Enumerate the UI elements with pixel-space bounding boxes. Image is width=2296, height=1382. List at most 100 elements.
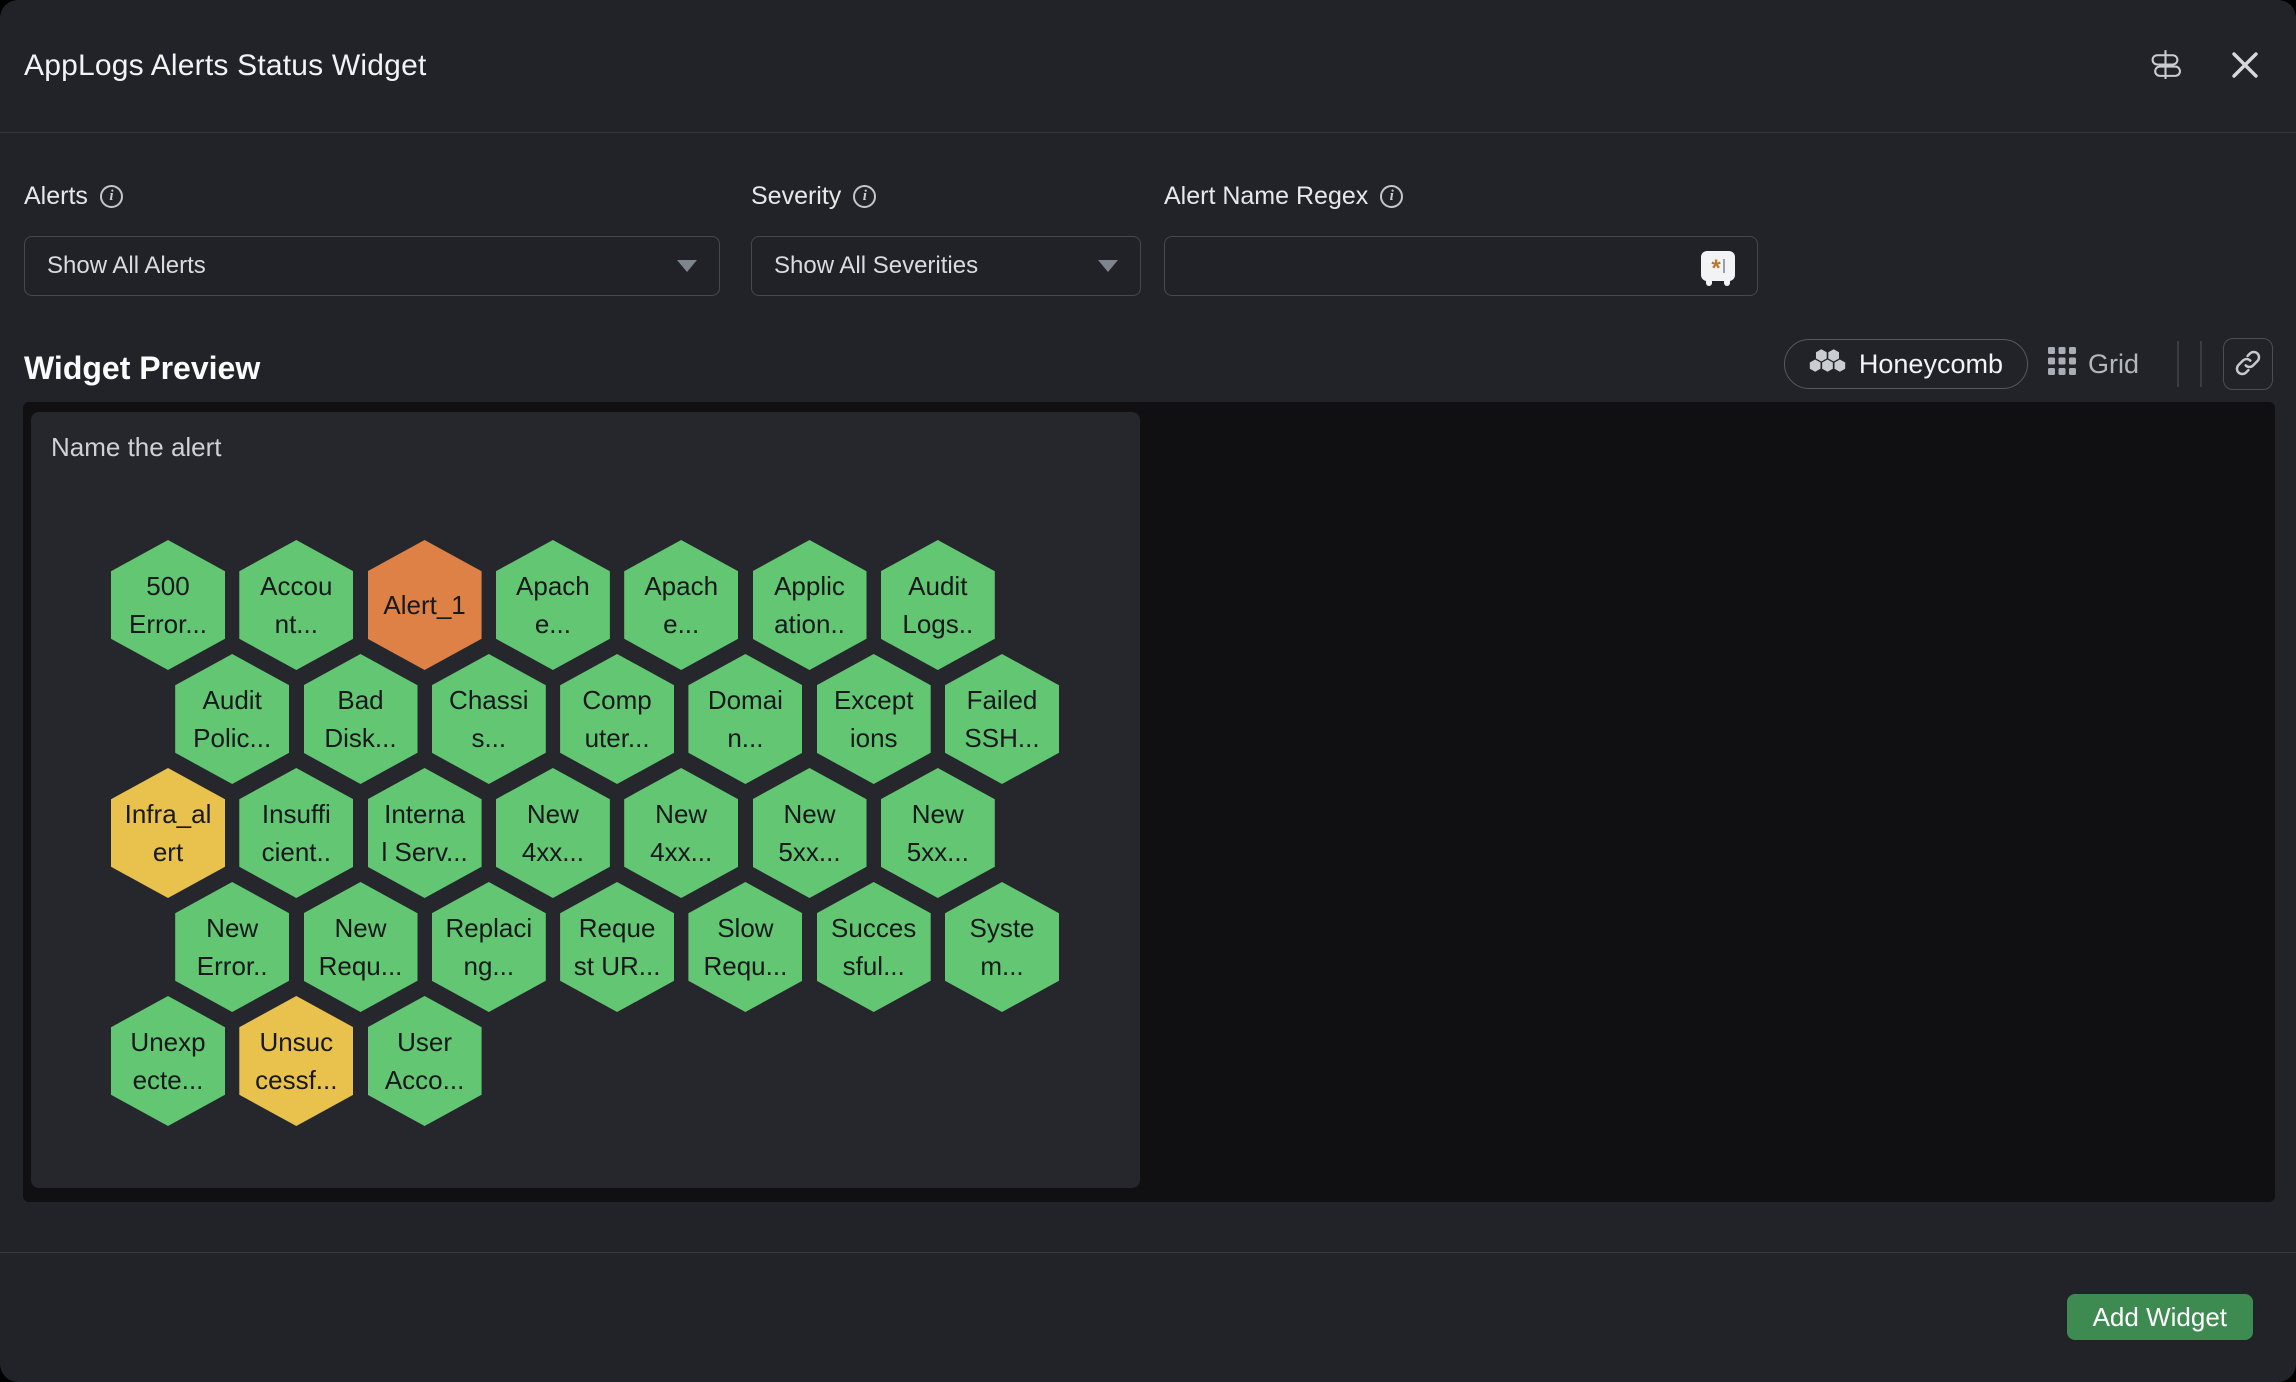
honeycomb-cell-label: Error.. xyxy=(197,947,268,985)
honeycomb-cell-label: SSH... xyxy=(964,719,1039,757)
severity-info-icon[interactable]: i xyxy=(853,185,876,208)
honeycomb-cell[interactable]: SlowRequ... xyxy=(688,882,802,1012)
add-widget-button[interactable]: Add Widget xyxy=(2067,1294,2253,1340)
close-icon xyxy=(2230,50,2260,83)
honeycomb-cell-label: Requ... xyxy=(703,947,787,985)
preview-heading: Widget Preview xyxy=(24,350,260,387)
alerts-label-text: Alerts xyxy=(24,182,88,211)
footer-divider xyxy=(0,1252,2296,1253)
honeycomb-cell-label: Disk... xyxy=(324,719,396,757)
honeycomb-cell[interactable]: Application.. xyxy=(753,540,867,670)
honeycomb-cell[interactable]: New4xx... xyxy=(496,768,610,898)
honeycomb-cell[interactable]: Alert_1 xyxy=(368,540,482,670)
honeycomb-cell-label: cient.. xyxy=(262,833,331,871)
chevron-down-icon xyxy=(677,260,697,272)
honeycomb-cell-label: Insuffi xyxy=(262,795,331,833)
chevron-down-icon xyxy=(1098,260,1118,272)
honeycomb-cell-label: Alert_1 xyxy=(383,586,465,624)
header-actions xyxy=(2149,48,2260,84)
grid-toggle[interactable]: Grid xyxy=(2038,339,2149,389)
regex-icon[interactable]: * xyxy=(1701,251,1735,281)
honeycomb-cell-label: Failed xyxy=(967,681,1038,719)
grid-icon xyxy=(2048,347,2076,382)
honeycomb-cell-label: New xyxy=(527,795,579,833)
honeycomb-cell[interactable]: Replacing... xyxy=(432,882,546,1012)
honeycomb-cell[interactable]: FailedSSH... xyxy=(945,654,1059,784)
toolbar-separator xyxy=(2200,341,2202,387)
alerts-select[interactable]: Show All Alerts xyxy=(24,236,720,296)
honeycomb-cell-label: Applic xyxy=(774,567,845,605)
honeycomb-cell-label: 5xx... xyxy=(907,833,969,871)
honeycomb-cell-label: ert xyxy=(153,833,183,871)
regex-label: Alert Name Regex i xyxy=(1164,182,1403,211)
honeycomb-cell[interactable]: BadDisk... xyxy=(304,654,418,784)
honeycomb-cell-label: Unsuc xyxy=(259,1023,333,1061)
honeycomb-cell[interactable]: Account... xyxy=(239,540,353,670)
honeycomb-cell[interactable]: Chassis... xyxy=(432,654,546,784)
alerts-info-icon[interactable]: i xyxy=(100,185,123,208)
honeycomb-cell-label: 4xx... xyxy=(650,833,712,871)
honeycomb-cell-label: ions xyxy=(850,719,898,757)
honeycomb-cell[interactable]: New5xx... xyxy=(881,768,995,898)
honeycomb-cell-label: cessf... xyxy=(255,1061,337,1099)
honeycomb-cell-label: New xyxy=(912,795,964,833)
honeycomb-cell-label: Apach xyxy=(516,567,590,605)
widget-card-title: Name the alert xyxy=(51,432,222,463)
honeycomb-toggle[interactable]: Honeycomb xyxy=(1784,339,2028,389)
preview-toolbar: Honeycomb Grid xyxy=(1784,338,2273,390)
signpost-button[interactable] xyxy=(2149,48,2182,84)
honeycomb-cell[interactable]: New4xx... xyxy=(624,768,738,898)
honeycomb-cell-label: Unexp xyxy=(130,1023,205,1061)
honeycomb-cell-label: ecte... xyxy=(133,1061,204,1099)
honeycomb-cell[interactable]: Insufficient.. xyxy=(239,768,353,898)
honeycomb-cell[interactable]: New5xx... xyxy=(753,768,867,898)
honeycomb-cell[interactable]: UserAcco... xyxy=(368,996,482,1126)
honeycomb-cell[interactable]: NewRequ... xyxy=(304,882,418,1012)
severity-select[interactable]: Show All Severities xyxy=(751,236,1141,296)
close-button[interactable] xyxy=(2230,50,2260,83)
honeycomb-cell-label: Slow xyxy=(717,909,773,947)
honeycomb-cell-label: sful... xyxy=(843,947,905,985)
honeycomb-cell-label: Interna xyxy=(384,795,465,833)
honeycomb-cell-label: Comp xyxy=(582,681,651,719)
honeycomb-cell[interactable]: NewError.. xyxy=(175,882,289,1012)
honeycomb-cell-label: Succes xyxy=(831,909,916,947)
honeycomb-cell[interactable]: Infra_alert xyxy=(111,768,225,898)
link-button[interactable] xyxy=(2223,338,2273,390)
honeycomb-cell[interactable]: Domain... xyxy=(688,654,802,784)
honeycomb-cell-label: Reque xyxy=(579,909,656,947)
honeycomb-cell-label: e... xyxy=(535,605,571,643)
honeycomb-cell[interactable]: Apache... xyxy=(624,540,738,670)
honeycomb-cell[interactable]: Unexpecte... xyxy=(111,996,225,1126)
honeycomb-cell-label: New xyxy=(783,795,835,833)
honeycomb-cell[interactable]: Internal Serv... xyxy=(368,768,482,898)
honeycomb-cell-label: e... xyxy=(663,605,699,643)
honeycomb-cell-label: Polic... xyxy=(193,719,271,757)
honeycomb-cell-label: l Serv... xyxy=(381,833,467,871)
honeycomb-cell-label: Accou xyxy=(260,567,332,605)
regex-input[interactable] xyxy=(1187,237,1701,295)
honeycomb-cell-label: Bad xyxy=(337,681,383,719)
honeycomb-cell-label: ation.. xyxy=(774,605,845,643)
grid-toggle-label: Grid xyxy=(2088,349,2139,380)
honeycomb-cell-label: Acco... xyxy=(385,1061,464,1099)
honeycomb-cell[interactable]: 500Error... xyxy=(111,540,225,670)
honeycomb-cell-label: m... xyxy=(980,947,1023,985)
honeycomb-cell[interactable]: Request UR... xyxy=(560,882,674,1012)
honeycomb-cell-label: s... xyxy=(471,719,506,757)
honeycomb-cell-label: User xyxy=(397,1023,452,1061)
honeycomb-cell-label: n... xyxy=(727,719,763,757)
honeycomb-cell[interactable]: Exceptions xyxy=(817,654,931,784)
regex-info-icon[interactable]: i xyxy=(1380,185,1403,208)
honeycomb-cell-label: Replaci xyxy=(445,909,532,947)
honeycomb-cell[interactable]: Computer... xyxy=(560,654,674,784)
severity-label: Severity i xyxy=(751,182,876,211)
honeycomb-cell[interactable]: AuditPolic... xyxy=(175,654,289,784)
honeycomb-cell[interactable]: Successful... xyxy=(817,882,931,1012)
honeycomb-cell-label: New xyxy=(655,795,707,833)
honeycomb-cell[interactable]: Apache... xyxy=(496,540,610,670)
honeycomb-cell[interactable]: AuditLogs.. xyxy=(881,540,995,670)
honeycomb-cell[interactable]: Unsuccessf... xyxy=(239,996,353,1126)
honeycomb-cell[interactable]: System... xyxy=(945,882,1059,1012)
honeycomb-cell-label: Infra_al xyxy=(125,795,212,833)
